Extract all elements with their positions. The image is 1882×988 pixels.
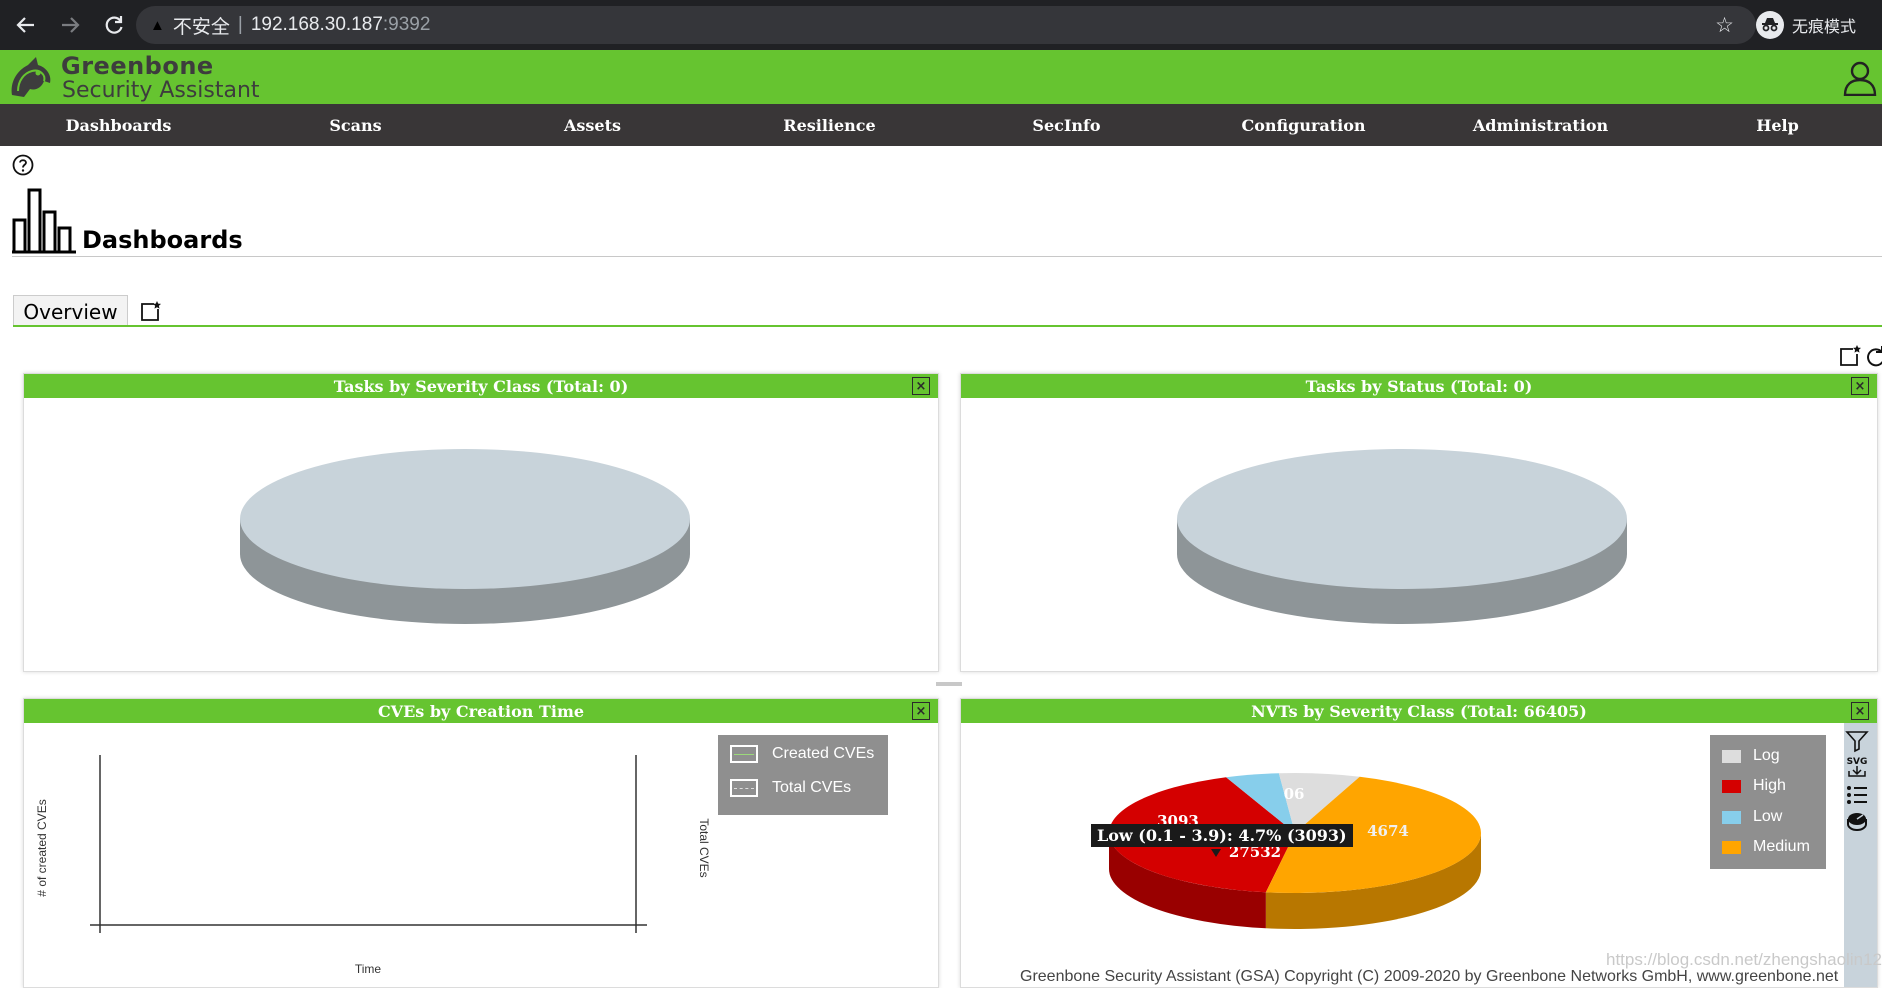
legend-label: Total CVEs <box>772 779 852 796</box>
panel-body <box>961 398 1877 671</box>
panel-tasks-by-status: Tasks by Status (Total: 0) × <box>960 373 1878 672</box>
panel-header[interactable]: NVTs by Severity Class (Total: 66405) × <box>961 699 1877 723</box>
add-dashboard-display-icon[interactable] <box>1838 344 1862 368</box>
pie-data-label: 4674 <box>1367 822 1409 840</box>
tooltip-pointer <box>1211 849 1221 857</box>
legend-item-medium[interactable]: Medium <box>1722 838 1810 856</box>
page-title: Dashboards <box>82 226 243 254</box>
url-host: 192.168.30.187 <box>250 14 383 35</box>
brand-subtitle: Security Assistant <box>62 78 260 103</box>
menu-administration[interactable]: Administration <box>1422 104 1659 146</box>
new-dashboard-icon[interactable] <box>140 300 162 322</box>
chart-legend: Log High Low Medium <box>1710 735 1826 869</box>
y2-axis-label: Total CVEs <box>697 818 711 877</box>
brand-name: Greenbone <box>61 52 214 80</box>
legend-swatch <box>1722 749 1741 763</box>
incognito-label: 无痕模式 <box>1792 19 1857 36</box>
legend-item[interactable]: Created CVEs <box>730 745 874 763</box>
menu-configuration[interactable]: Configuration <box>1185 104 1422 146</box>
watermark: https://blog.csdn.net/zhengshaolin128 <box>1606 950 1882 969</box>
user-icon[interactable] <box>1843 60 1877 96</box>
legend-toggle-icon[interactable] <box>1844 783 1870 807</box>
filter-icon[interactable] <box>1844 729 1870 753</box>
legend-line-dashed <box>730 779 758 797</box>
legend-label: High <box>1753 777 1786 794</box>
address-bar[interactable]: ▲ 不安全 | 192.168.30.187 :9392 ☆ <box>136 6 1756 44</box>
arrow-left-icon <box>16 17 34 33</box>
download-svg-icon[interactable]: SVG <box>1844 755 1870 779</box>
panel-header[interactable]: Tasks by Status (Total: 0) × <box>961 374 1877 398</box>
warning-icon: ▲ <box>150 16 165 34</box>
tab-divider <box>13 325 1882 327</box>
chart-legend: Created CVEs Total CVEs <box>718 735 888 815</box>
forward-button[interactable] <box>56 11 84 39</box>
empty-pie-chart <box>1177 449 1627 624</box>
legend-item[interactable]: Total CVEs <box>730 779 851 797</box>
close-icon[interactable]: × <box>1851 377 1869 395</box>
x-axis-label: Time <box>355 962 382 976</box>
main-menu: Dashboards Scans Assets Resilience SecIn… <box>0 104 1882 146</box>
menu-scans[interactable]: Scans <box>237 104 474 146</box>
panel-title: CVEs by Creation Time <box>377 701 585 721</box>
title-divider <box>12 256 1882 257</box>
close-icon[interactable]: × <box>1851 702 1869 720</box>
pie-3d-toggle-icon[interactable] <box>1844 809 1870 833</box>
panel-header[interactable]: Tasks by Severity Class (Total: 0) × <box>24 374 938 398</box>
url-separator: | <box>237 14 243 35</box>
menu-help[interactable]: Help <box>1659 104 1882 146</box>
incognito-icon <box>1756 11 1784 39</box>
url-port: :9392 <box>382 14 431 35</box>
panel-body: # of created CVEs Total CVEs Time Create… <box>24 723 938 987</box>
panel-title: Tasks by Severity Class (Total: 0) <box>333 376 629 396</box>
panel-title: Tasks by Status (Total: 0) <box>1305 376 1533 396</box>
pie-data-label: 06 <box>1284 785 1305 803</box>
reload-button[interactable] <box>100 11 128 39</box>
panel-header[interactable]: CVEs by Creation Time × <box>24 699 938 723</box>
panel-body <box>24 398 938 671</box>
menu-assets[interactable]: Assets <box>474 104 711 146</box>
legend-line-solid <box>730 745 758 763</box>
close-icon[interactable]: × <box>912 377 930 395</box>
legend-swatch <box>1722 840 1741 854</box>
greenbone-logo-icon <box>11 57 51 97</box>
row-resize-handle[interactable] <box>936 682 962 686</box>
panel-body: 27532 3093 4674 06 Low (0.1 - 3.9): 4.7% (3… <box>961 723 1877 987</box>
legend-label: Created CVEs <box>772 745 875 762</box>
chart-toolbar: SVG <box>1844 723 1877 987</box>
y-axis-label: # of created CVEs <box>35 799 49 896</box>
back-button[interactable] <box>12 11 40 39</box>
menu-resilience[interactable]: Resilience <box>711 104 948 146</box>
footer-copyright: Greenbone Security Assistant (GSA) Copyr… <box>1020 968 1839 985</box>
legend-swatch <box>1722 779 1741 793</box>
incognito-indicator[interactable]: 无痕模式 <box>1756 10 1856 40</box>
legend-item-high[interactable]: High <box>1722 777 1786 795</box>
empty-pie-chart <box>240 449 690 624</box>
help-icon[interactable] <box>12 154 34 176</box>
bookmark-star-icon[interactable]: ☆ <box>1715 13 1734 38</box>
legend-label: Log <box>1753 747 1780 764</box>
tab-overview[interactable]: Overview <box>13 295 128 327</box>
close-icon[interactable]: × <box>912 702 930 720</box>
panel-tasks-by-severity: Tasks by Severity Class (Total: 0) × <box>23 373 939 672</box>
pie-top <box>240 449 690 589</box>
panel-nvts-by-severity: NVTs by Severity Class (Total: 66405) × … <box>960 698 1878 988</box>
insecure-label: 不安全 <box>172 16 230 38</box>
legend-item-log[interactable]: Log <box>1722 747 1780 765</box>
panel-cves-by-creation-time: CVEs by Creation Time × # of created CVE… <box>23 698 939 988</box>
menu-dashboards[interactable]: Dashboards <box>0 104 237 146</box>
legend-item-low[interactable]: Low <box>1722 808 1782 826</box>
reset-dashboard-icon[interactable] <box>1864 344 1882 368</box>
reload-icon <box>105 16 123 34</box>
arrow-right-icon <box>62 17 80 33</box>
pie-top <box>1177 449 1627 589</box>
legend-label: Low <box>1753 808 1783 825</box>
menu-secinfo[interactable]: SecInfo <box>948 104 1185 146</box>
dashboard-chart-icon <box>12 188 76 254</box>
svg-text:SVG: SVG <box>1847 757 1868 767</box>
app-header: Greenbone Security Assistant <box>0 50 1882 104</box>
chart-tooltip: Low (0.1 - 3.9): 4.7% (3093) <box>1091 824 1353 847</box>
legend-label: Medium <box>1753 838 1810 855</box>
legend-swatch <box>1722 810 1741 824</box>
panel-title: NVTs by Severity Class (Total: 66405) <box>1251 701 1587 721</box>
